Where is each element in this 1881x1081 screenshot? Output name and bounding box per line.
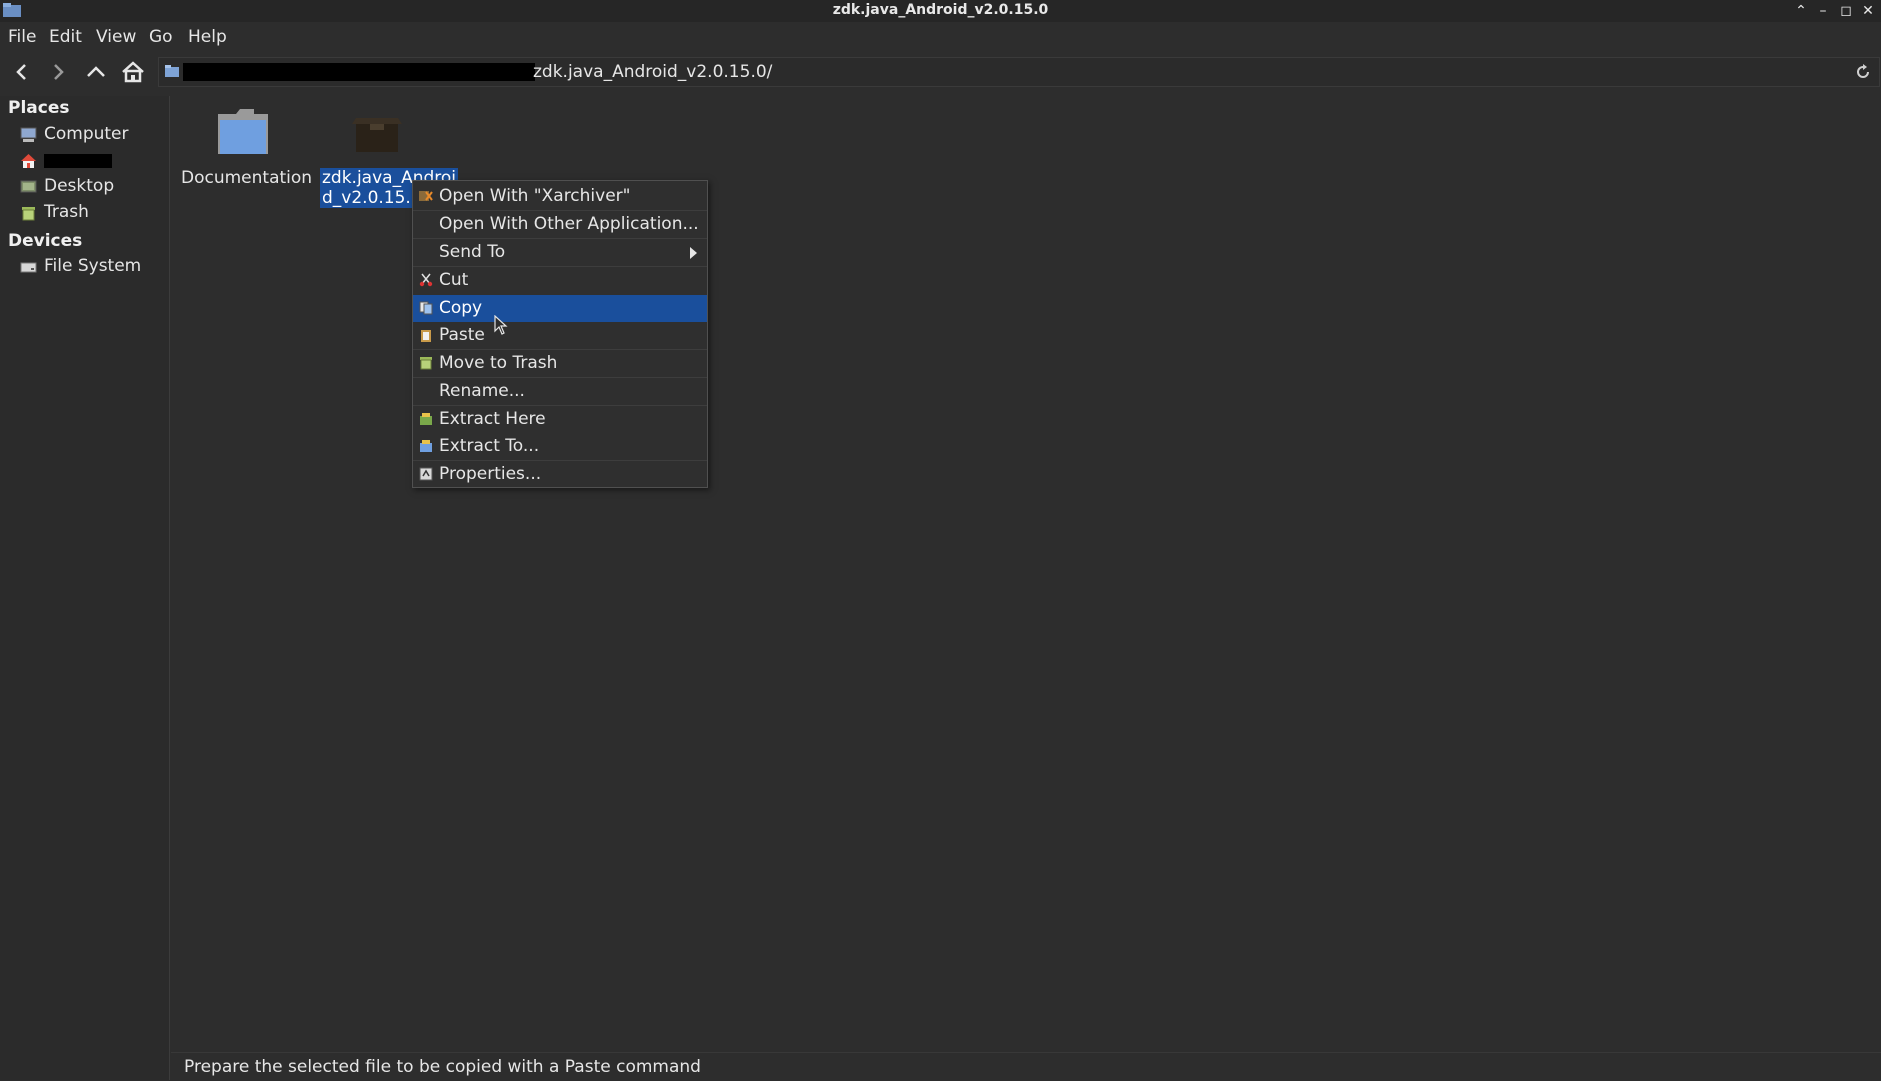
- folder-icon: [218, 109, 268, 154]
- trash-icon: [22, 207, 35, 221]
- menu-item-cut[interactable]: Cut: [413, 267, 707, 294]
- sidebar-item-label: File System: [44, 256, 142, 276]
- menu-item-label: Open With "Xarchiver": [439, 186, 631, 206]
- submenu-arrow-icon: [690, 247, 697, 259]
- menu-edit[interactable]: Edit: [49, 27, 82, 47]
- location-bar[interactable]: zdk.java_Android_v2.0.15.0/: [158, 57, 1880, 87]
- menu-item-extract-here[interactable]: Extract Here: [413, 406, 707, 433]
- window-title: zdk.java_Android_v2.0.15.0: [832, 2, 1049, 18]
- sidebar-item-label: Trash: [44, 202, 89, 222]
- sidebar-item-home[interactable]: [20, 150, 165, 172]
- window-titlebar: zdk.java_Android_v2.0.15.0 ⌃ – ◻ ✕: [0, 0, 1881, 22]
- folder-icon: [165, 65, 179, 77]
- menu-help[interactable]: Help: [188, 27, 227, 47]
- menu-item-label: Extract Here: [439, 409, 546, 429]
- location-path: zdk.java_Android_v2.0.15.0/: [533, 62, 773, 82]
- menu-view[interactable]: View: [96, 27, 136, 47]
- menu-item-properties[interactable]: Properties...: [413, 461, 707, 488]
- back-arrow-icon[interactable]: [8, 60, 36, 84]
- context-menu: Open With "Xarchiver" Open With Other Ap…: [412, 180, 708, 488]
- home-icon[interactable]: [119, 60, 147, 84]
- maximize-button[interactable]: ◻: [1836, 1, 1856, 21]
- menu-item-open-with-other[interactable]: Open With Other Application...: [413, 211, 707, 238]
- rollup-button[interactable]: ⌃: [1791, 1, 1811, 21]
- computer-icon: [20, 127, 37, 142]
- extract-here-icon: [420, 413, 432, 425]
- menu-item-label: Cut: [439, 270, 469, 290]
- trash-icon: [420, 357, 432, 370]
- reload-icon[interactable]: [1853, 62, 1873, 82]
- menu-item-rename[interactable]: Rename...: [413, 378, 707, 405]
- menu-item-label: Copy: [439, 298, 483, 318]
- menu-item-label: Move to Trash: [439, 353, 558, 373]
- home-icon: [21, 154, 36, 168]
- file-name-line2: d_v2.0.15.0: [320, 188, 424, 208]
- menu-item-paste[interactable]: Paste: [413, 322, 707, 349]
- menu-item-label: Extract To...: [439, 436, 540, 456]
- scissors-icon: [419, 273, 433, 287]
- xarchiver-icon: [419, 191, 433, 201]
- sidebar-item-file-system[interactable]: File System: [20, 256, 165, 278]
- archive-icon: [352, 118, 402, 152]
- menu-item-label: Paste: [439, 325, 485, 345]
- file-item-documentation[interactable]: Documentation: [171, 96, 316, 196]
- status-text: Prepare the selected file to be copied w…: [184, 1057, 701, 1077]
- menu-item-copy[interactable]: Copy: [413, 295, 707, 322]
- extract-to-icon: [420, 440, 432, 452]
- forward-arrow-icon[interactable]: [44, 60, 72, 84]
- menu-item-open-with-xarchiver[interactable]: Open With "Xarchiver": [413, 183, 707, 210]
- menubar: File Edit View Go Help: [0, 24, 1881, 50]
- sidebar-item-computer[interactable]: Computer: [20, 124, 165, 146]
- menu-item-extract-to[interactable]: Extract To...: [413, 433, 707, 460]
- statusbar: Prepare the selected file to be copied w…: [171, 1052, 1881, 1081]
- drive-icon: [20, 262, 37, 273]
- menu-item-send-to[interactable]: Send To: [413, 239, 707, 266]
- up-arrow-icon[interactable]: [82, 60, 110, 84]
- copy-icon: [419, 301, 433, 315]
- paste-icon: [421, 330, 431, 342]
- sidebar-item-desktop[interactable]: Desktop: [20, 176, 165, 198]
- devices-header: Devices: [8, 231, 83, 251]
- menu-item-move-to-trash[interactable]: Move to Trash: [413, 350, 707, 377]
- file-name: Documentation: [181, 168, 313, 188]
- places-header: Places: [8, 98, 70, 118]
- sidebar-item-label: Desktop: [44, 176, 115, 196]
- redacted-username: [44, 154, 112, 168]
- close-button[interactable]: ✕: [1858, 1, 1878, 21]
- mouse-cursor-icon: [494, 315, 508, 335]
- sidebar-item-label: Computer: [44, 124, 129, 144]
- menu-file[interactable]: File: [8, 27, 36, 47]
- menu-item-label: Rename...: [439, 381, 525, 401]
- minimize-button[interactable]: –: [1813, 1, 1833, 21]
- redacted-path: [183, 63, 535, 81]
- menu-item-label: Properties...: [439, 464, 542, 484]
- menu-item-label: Send To: [439, 242, 506, 262]
- desktop-icon: [20, 180, 37, 193]
- properties-icon: [419, 467, 433, 481]
- sidebar: Places Computer Desktop Trash Devices Fi…: [0, 96, 170, 1080]
- menu-item-label: Open With Other Application...: [439, 214, 699, 234]
- menu-go[interactable]: Go: [149, 27, 173, 47]
- sidebar-item-trash[interactable]: Trash: [20, 202, 165, 224]
